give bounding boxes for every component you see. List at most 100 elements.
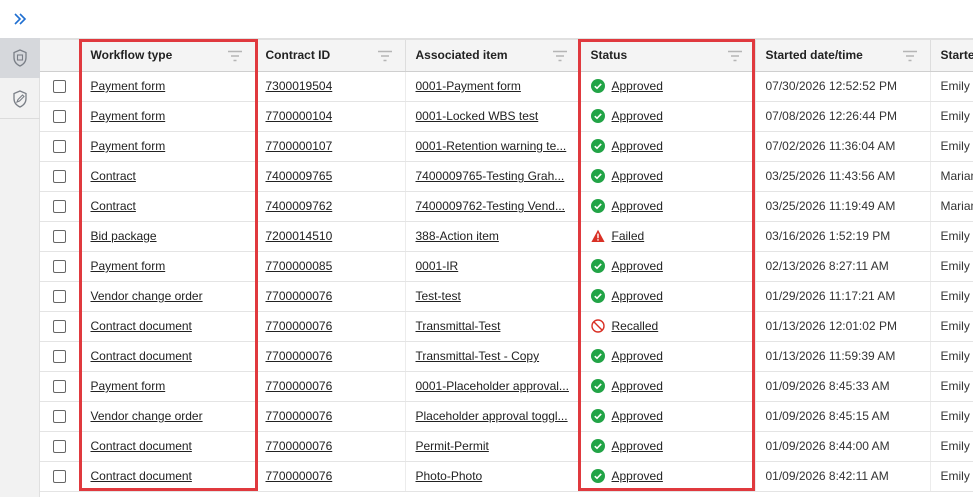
table-row[interactable]: Contract document 7700000076 Transmittal-T…	[40, 341, 973, 372]
row-checkbox[interactable]	[53, 80, 67, 94]
contract-id-link[interactable]: 7700000076	[266, 289, 333, 303]
status-link[interactable]: Approved	[612, 79, 663, 93]
table-row[interactable]: Vendor change order 7700000076 Test-test Ap…	[40, 281, 973, 312]
status-link[interactable]: Approved	[612, 439, 663, 453]
associated-item-link[interactable]: 0001-Payment form	[416, 79, 521, 93]
status-link[interactable]: Recalled	[612, 319, 659, 333]
table-row[interactable]: Payment form 7300019504 0001-Payment form A…	[40, 71, 973, 102]
contract-id-link[interactable]: 7700000076	[266, 409, 333, 423]
filter-lines-icon[interactable]	[902, 50, 918, 65]
table-row[interactable]: Contract document 7700000076 Transmittal-T…	[40, 311, 973, 342]
rail-item-edit[interactable]	[0, 79, 40, 119]
table-row[interactable]: Vendor change order 7700000076 Placeholder…	[40, 401, 973, 432]
associated-item-link[interactable]: 0001-Retention warning te...	[416, 139, 567, 153]
filter-lines-icon[interactable]	[227, 50, 243, 65]
associated-item-link[interactable]: 0001-Placeholder approval...	[416, 379, 569, 393]
contract-id-link[interactable]: 7700000076	[266, 469, 333, 483]
table-row[interactable]: Contract document 7700000076 Permit-Permit…	[40, 431, 973, 462]
workflow-type-link[interactable]: Payment form	[91, 379, 166, 393]
table-row[interactable]: Payment form 7700000107 0001-Retention war…	[40, 131, 973, 162]
status-link[interactable]: Approved	[612, 469, 663, 483]
expand-rail-button[interactable]	[0, 0, 40, 38]
workflow-type-link[interactable]: Bid package	[91, 229, 157, 243]
table-row[interactable]: Payment form 7700000085 0001-IR Approved 02/…	[40, 251, 973, 282]
contract-id-link[interactable]: 7200014510	[266, 229, 333, 243]
workflow-type-link[interactable]: Vendor change order	[91, 289, 203, 303]
associated-item-link[interactable]: Placeholder approval toggl...	[416, 409, 568, 423]
associated-item-link[interactable]: Permit-Permit	[416, 439, 489, 453]
status-link[interactable]: Approved	[612, 349, 663, 363]
status-link[interactable]: Approved	[612, 379, 663, 393]
status-cell: Approved	[580, 281, 756, 312]
rail-item-workflows[interactable]	[0, 38, 40, 78]
contract-id-link[interactable]: 7400009765	[266, 169, 333, 183]
status-link[interactable]: Approved	[612, 259, 663, 273]
row-checkbox[interactable]	[53, 380, 67, 394]
row-checkbox[interactable]	[53, 440, 67, 454]
row-checkbox[interactable]	[53, 260, 67, 274]
associated-item-link[interactable]: Transmittal-Test	[416, 319, 501, 333]
contract-id-link[interactable]: 7700000107	[266, 139, 333, 153]
contract-id-link[interactable]: 7700000076	[266, 439, 333, 453]
contract-id-link[interactable]: 7700000076	[266, 349, 333, 363]
row-checkbox[interactable]	[53, 110, 67, 124]
associated-item-link[interactable]: 0001-IR	[416, 259, 459, 273]
contract-id-link[interactable]: 7700000076	[266, 319, 333, 333]
column-header-workflow-type[interactable]: Workflow type	[80, 38, 256, 72]
row-checkbox[interactable]	[53, 350, 67, 364]
status-link[interactable]: Failed	[612, 229, 645, 243]
workflow-type-link[interactable]: Payment form	[91, 109, 166, 123]
workflow-type-link[interactable]: Contract document	[91, 469, 192, 483]
associated-item-link[interactable]: Transmittal-Test - Copy	[416, 349, 540, 363]
workflow-type-link[interactable]: Contract document	[91, 439, 192, 453]
contract-id-link[interactable]: 7700000085	[266, 259, 333, 273]
contract-id-link[interactable]: 7300019504	[266, 79, 333, 93]
associated-item-link[interactable]: 7400009762-Testing Vend...	[416, 199, 565, 213]
contract-id-link[interactable]: 7700000076	[266, 379, 333, 393]
table-row[interactable]: Contract document 7700000076 Photo-Photo Ap…	[40, 461, 973, 492]
workflow-type-link[interactable]: Payment form	[91, 259, 166, 273]
row-checkbox[interactable]	[53, 140, 67, 154]
associated-item-link[interactable]: Test-test	[416, 289, 461, 303]
workflow-type-cell: Bid package	[80, 221, 256, 252]
workflow-type-link[interactable]: Payment form	[91, 139, 166, 153]
contract-id-link[interactable]: 7400009762	[266, 199, 333, 213]
column-header-status[interactable]: Status	[580, 38, 756, 72]
associated-item-link[interactable]: Photo-Photo	[416, 469, 483, 483]
workflow-type-link[interactable]: Payment form	[91, 79, 166, 93]
status-link[interactable]: Approved	[612, 409, 663, 423]
workflow-type-link[interactable]: Contract	[91, 199, 136, 213]
row-checkbox[interactable]	[53, 200, 67, 214]
row-checkbox[interactable]	[53, 410, 67, 424]
status-link[interactable]: Approved	[612, 169, 663, 183]
column-header-associated-item[interactable]: Associated item	[405, 38, 581, 72]
column-header-contract-id[interactable]: Contract ID	[255, 38, 406, 72]
table-row[interactable]: Contract 7400009762 7400009762-Testing Ven…	[40, 191, 973, 222]
status-link[interactable]: Approved	[612, 289, 663, 303]
workflow-type-link[interactable]: Contract	[91, 169, 136, 183]
filter-lines-icon[interactable]	[552, 50, 568, 65]
status-link[interactable]: Approved	[612, 139, 663, 153]
table-row[interactable]: Payment form 7700000104 0001-Locked WBS te…	[40, 101, 973, 132]
column-header-started-date[interactable]: Started date/time	[755, 38, 931, 72]
associated-item-link[interactable]: 388-Action item	[416, 229, 499, 243]
row-checkbox[interactable]	[53, 470, 67, 484]
row-checkbox[interactable]	[53, 170, 67, 184]
row-checkbox[interactable]	[53, 320, 67, 334]
row-checkbox[interactable]	[53, 230, 67, 244]
associated-item-link[interactable]: 7400009765-Testing Grah...	[416, 169, 565, 183]
associated-item-link[interactable]: 0001-Locked WBS test	[416, 109, 539, 123]
workflow-type-link[interactable]: Contract document	[91, 349, 192, 363]
workflow-type-link[interactable]: Contract document	[91, 319, 192, 333]
status-link[interactable]: Approved	[612, 199, 663, 213]
filter-lines-icon[interactable]	[377, 50, 393, 65]
status-link[interactable]: Approved	[612, 109, 663, 123]
workflow-type-link[interactable]: Vendor change order	[91, 409, 203, 423]
contract-id-link[interactable]: 7700000104	[266, 109, 333, 123]
row-checkbox[interactable]	[53, 290, 67, 304]
table-row[interactable]: Contract 7400009765 7400009765-Testing Gra…	[40, 161, 973, 192]
column-header-started-by[interactable]: Starte	[930, 38, 973, 72]
table-row[interactable]: Bid package 7200014510 388-Action item Fail…	[40, 221, 973, 252]
table-row[interactable]: Payment form 7700000076 0001-Placeholder a…	[40, 371, 973, 402]
filter-lines-icon[interactable]	[727, 50, 743, 65]
